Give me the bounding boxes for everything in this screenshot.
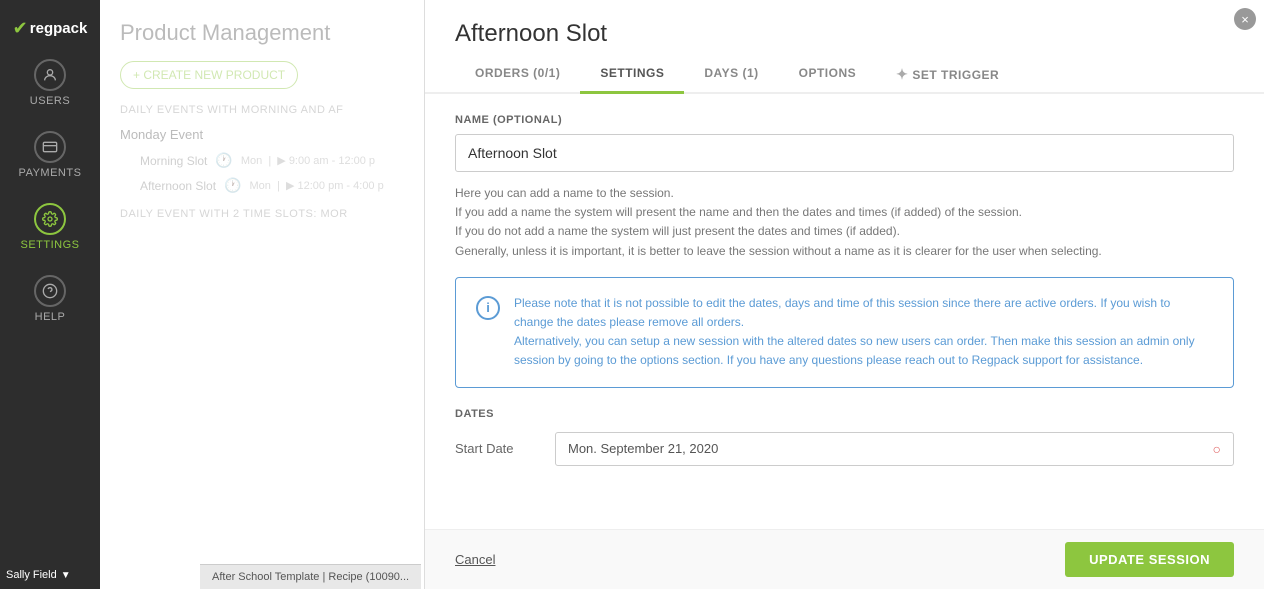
app-logo: ✔ regpack	[5, 10, 96, 47]
sidebar-item-help[interactable]: HELP	[0, 263, 100, 335]
sidebar-item-settings[interactable]: SETTINGS	[0, 191, 100, 263]
update-label: UPDATE SESSION	[1089, 552, 1210, 567]
tab-orders-label: ORDERS (0/1)	[475, 66, 560, 80]
user-name: Sally Field	[6, 569, 57, 581]
helper-line-4: Generally, unless it is important, it is…	[455, 244, 1102, 258]
trigger-icon: ✦	[896, 66, 908, 83]
name-input[interactable]	[455, 134, 1234, 172]
start-date-value: Mon. September 21, 2020	[568, 441, 718, 456]
tab-options-label: OPTIONS	[799, 66, 857, 80]
name-field-label: NAME (OPTIONAL)	[455, 114, 1234, 126]
payments-icon	[34, 131, 66, 163]
modal-title: Afternoon Slot	[425, 0, 1264, 58]
start-date-label: Start Date	[455, 441, 535, 456]
cancel-label: Cancel	[455, 552, 495, 567]
helper-line-2: If you add a name the system will presen…	[455, 205, 1022, 219]
main-content: Product Management + CREATE NEW PRODUCT …	[100, 0, 1264, 589]
modal-footer: Cancel UPDATE SESSION	[425, 529, 1264, 589]
start-date-input[interactable]: Mon. September 21, 2020 ○	[555, 432, 1234, 466]
info-icon: i	[476, 296, 500, 320]
dates-section-label: DATES	[455, 408, 1234, 420]
tab-settings-label: SETTINGS	[600, 66, 664, 80]
help-icon	[34, 275, 66, 307]
tab-settings[interactable]: SETTINGS	[580, 58, 684, 94]
users-icon	[34, 59, 66, 91]
tab-trigger[interactable]: ✦ SET TRIGGER	[876, 58, 1019, 94]
settings-icon	[34, 203, 66, 235]
sidebar-label-help: HELP	[35, 311, 66, 323]
update-session-button[interactable]: UPDATE SESSION	[1065, 542, 1234, 577]
modal-tabs: ORDERS (0/1) SETTINGS DAYS (1) OPTIONS ✦…	[425, 58, 1264, 94]
close-icon: ×	[1241, 12, 1249, 27]
helper-line-3: If you do not add a name the system will…	[455, 224, 900, 238]
info-text: Please note that it is not possible to e…	[514, 294, 1213, 371]
tab-trigger-label: SET TRIGGER	[912, 68, 999, 82]
tab-orders[interactable]: ORDERS (0/1)	[455, 58, 580, 94]
tab-days[interactable]: DAYS (1)	[684, 58, 778, 94]
user-bar: Sally Field ▼	[0, 561, 100, 589]
info-line-2: Alternatively, you can setup a new sessi…	[514, 334, 1195, 367]
info-box: i Please note that it is not possible to…	[455, 277, 1234, 388]
sidebar: ✔ regpack USERS PAYMENTS SETTINGS	[0, 0, 100, 589]
logo-check-icon: ✔	[13, 18, 28, 39]
sidebar-label-settings: SETTINGS	[20, 239, 79, 251]
info-line-1: Please note that it is not possible to e…	[514, 296, 1170, 329]
date-clear-icon[interactable]: ○	[1213, 441, 1221, 457]
sidebar-item-payments[interactable]: PAYMENTS	[0, 119, 100, 191]
dates-row: Start Date Mon. September 21, 2020 ○	[455, 432, 1234, 466]
sidebar-label-users: USERS	[30, 95, 70, 107]
sidebar-label-payments: PAYMENTS	[19, 167, 82, 179]
modal-overlay: × Afternoon Slot ORDERS (0/1) SETTINGS D…	[100, 0, 1264, 589]
helper-line-1: Here you can add a name to the session.	[455, 186, 674, 200]
helper-text: Here you can add a name to the session. …	[455, 184, 1234, 261]
tab-days-label: DAYS (1)	[704, 66, 758, 80]
tab-options[interactable]: OPTIONS	[779, 58, 877, 94]
template-label: After School Template | Recipe (10090...	[212, 571, 409, 583]
sidebar-item-users[interactable]: USERS	[0, 47, 100, 119]
logo-text: regpack	[30, 20, 88, 37]
template-bar: After School Template | Recipe (10090...	[200, 564, 421, 589]
modal-body: NAME (OPTIONAL) Here you can add a name …	[425, 94, 1264, 529]
modal-close-button[interactable]: ×	[1234, 8, 1256, 30]
modal-panel: × Afternoon Slot ORDERS (0/1) SETTINGS D…	[424, 0, 1264, 589]
user-dropdown-icon[interactable]: ▼	[61, 570, 71, 581]
cancel-button[interactable]: Cancel	[455, 552, 495, 567]
